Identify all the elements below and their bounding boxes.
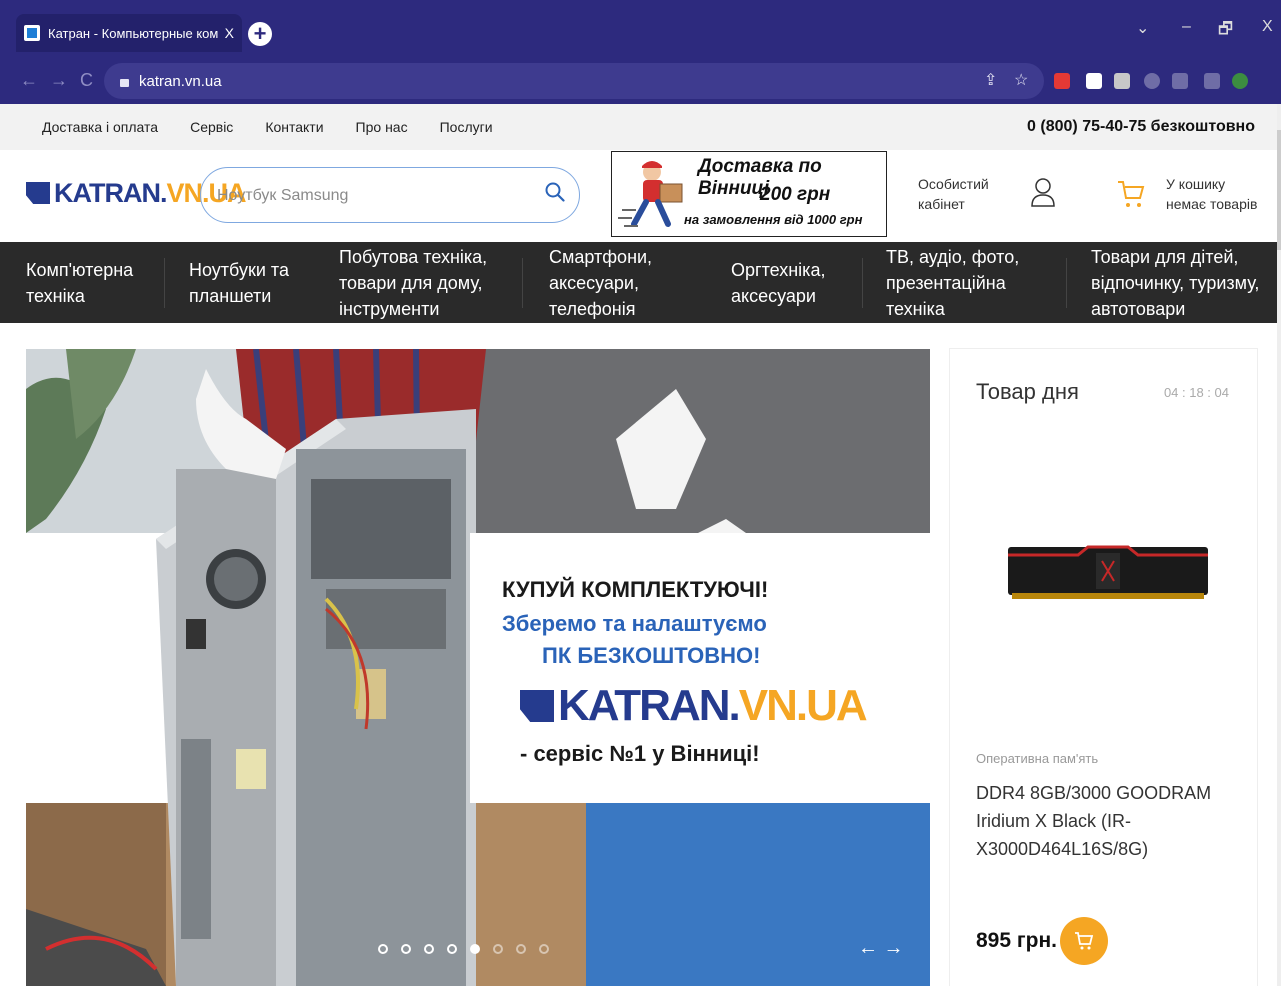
category-smartphones[interactable]: Смартфони, аксесуари, телефонія xyxy=(549,244,652,322)
hero-tagline: - сервіс №1 у Вінниці! xyxy=(520,741,760,766)
category-divider xyxy=(164,258,165,308)
scrollbar-thumb[interactable] xyxy=(1277,130,1281,250)
tab-search-icon[interactable]: ⌄ xyxy=(1136,18,1149,38)
hero-promo-text: КУПУЙ КОМПЛЕКТУЮЧІ! Зберемо та налаштуєм… xyxy=(470,533,930,803)
share-icon[interactable]: ⇪ xyxy=(984,70,997,90)
logo-text: KATRAN. xyxy=(54,178,167,208)
slider-dot[interactable] xyxy=(378,944,388,954)
topnav-link-contacts[interactable]: Контакти xyxy=(265,119,323,135)
extension-icon[interactable] xyxy=(1054,73,1070,89)
hero-headline: КУПУЙ КОМПЛЕКТУЮЧІ! xyxy=(502,577,769,602)
address-bar-row: ← → C katran.vn.ua ⇪ ☆ xyxy=(0,60,1281,104)
extension-icon[interactable] xyxy=(1114,73,1130,89)
deal-title: Товар дня xyxy=(976,379,1079,404)
slider-dot[interactable] xyxy=(401,944,411,954)
browser-chrome: Катран - Компьютерные компл X + ⌄ – 🗗 X … xyxy=(0,0,1281,104)
delivery-man-icon xyxy=(618,161,683,227)
cart-icon xyxy=(1075,932,1094,950)
topnav-link-service[interactable]: Сервіс xyxy=(190,119,233,135)
search-input[interactable] xyxy=(215,178,519,214)
topnav-link-about[interactable]: Про нас xyxy=(356,119,408,135)
category-divider xyxy=(862,258,863,308)
topnav-link-delivery[interactable]: Доставка і оплата xyxy=(42,119,158,135)
deal-product-name[interactable]: DDR4 8GB/3000 GOODRAM Iridium X Black (I… xyxy=(976,779,1236,863)
promo-condition: на замовлення від 1000 грн xyxy=(684,212,863,227)
tab-close-icon[interactable]: X xyxy=(225,25,234,41)
cart-status[interactable]: У кошику немає товарів xyxy=(1166,174,1257,214)
profile-avatar[interactable] xyxy=(1232,73,1248,89)
reload-icon[interactable]: C xyxy=(80,70,93,91)
hero-logo: KATRAN.VN.UA xyxy=(520,681,868,731)
promo-price: 200 грн xyxy=(760,184,831,205)
address-bar[interactable]: katran.vn.ua xyxy=(104,63,1044,99)
topnav-link-services[interactable]: Послуги xyxy=(440,119,493,135)
site-top-navigation: Доставка і оплата Сервіс Контакти Про на… xyxy=(0,104,1281,151)
hero-subline: Зберемо та налаштуємо xyxy=(502,611,767,636)
search-icon[interactable] xyxy=(545,182,565,202)
site-header: KATRAN.VN.UA Доставка по Вінниці 200 грн… xyxy=(0,150,1281,242)
category-kids-travel-auto[interactable]: Товари для дітей, відпочинку, туризму, авт… xyxy=(1091,244,1259,322)
back-icon[interactable]: ← xyxy=(20,70,38,91)
cart-label-line1: У кошику xyxy=(1166,176,1226,192)
side-panel-icon[interactable] xyxy=(1204,73,1220,89)
page-scrollbar[interactable] xyxy=(1277,104,1281,986)
category-divider xyxy=(1066,258,1067,308)
slider-dot[interactable] xyxy=(493,944,503,954)
account-link[interactable]: Особистий кабінет xyxy=(918,174,989,214)
slider-dot[interactable] xyxy=(516,944,526,954)
bookmark-star-icon[interactable]: ☆ xyxy=(1014,70,1028,90)
forward-icon[interactable]: → xyxy=(50,70,68,91)
restore-icon[interactable]: 🗗 xyxy=(1218,18,1233,45)
delivery-promo-banner[interactable]: Доставка по Вінниці 200 грн на замовленн… xyxy=(611,151,887,237)
cart-label-line2: немає товарів xyxy=(1166,196,1258,212)
new-tab-button[interactable]: + xyxy=(248,22,272,46)
category-divider xyxy=(522,258,523,308)
deal-price: 895 грн. xyxy=(976,929,1057,952)
favicon-icon xyxy=(24,25,40,41)
url-text: katran.vn.ua xyxy=(139,72,222,90)
category-tv-audio[interactable]: ТВ, аудіо, фото, презентаційна техніка xyxy=(886,244,1019,322)
hero-slider[interactable]: КУПУЙ КОМПЛЕКТУЮЧІ! Зберемо та налаштуєм… xyxy=(26,349,930,986)
add-to-cart-button[interactable] xyxy=(1060,917,1108,965)
category-menu: Комп'ютерна техніка Ноутбуки та планшети П… xyxy=(0,242,1277,323)
ram-module-image[interactable] xyxy=(1008,535,1208,605)
slider-pagination xyxy=(378,944,549,954)
category-computers[interactable]: Комп'ютерна техніка xyxy=(26,257,133,309)
slider-arrows[interactable]: ← → xyxy=(858,937,904,960)
category-home-appliances[interactable]: Побутова техніка, товари для дому, інструм… xyxy=(339,244,487,322)
deal-category[interactable]: Оперативна пам'ять xyxy=(976,751,1098,766)
user-icon[interactable] xyxy=(1030,176,1056,208)
deal-of-the-day: Товар дня 04 : 18 : 04 Оперативна пам'ят… xyxy=(950,349,1257,986)
minimize-icon[interactable]: – xyxy=(1182,18,1191,36)
extension-icon[interactable] xyxy=(1086,73,1102,89)
lock-icon xyxy=(120,79,129,87)
reading-list-icon[interactable] xyxy=(1172,73,1188,89)
logo-mark-icon xyxy=(26,182,50,204)
slider-dot-active[interactable] xyxy=(470,944,480,954)
slider-dot[interactable] xyxy=(539,944,549,954)
account-label-line2: кабінет xyxy=(918,196,965,212)
logo-mark-icon xyxy=(520,690,554,722)
category-office-equipment[interactable]: Оргтехніка, аксесуари xyxy=(731,257,825,309)
category-laptops[interactable]: Ноутбуки та планшети xyxy=(189,257,289,309)
phone-number[interactable]: 0 (800) 75-40-75 безкоштовно xyxy=(1027,118,1255,136)
slider-dot[interactable] xyxy=(447,944,457,954)
deal-timer: 04 : 18 : 04 xyxy=(1163,385,1229,400)
puzzle-icon[interactable] xyxy=(1144,73,1160,89)
close-window-icon[interactable]: X xyxy=(1262,18,1273,36)
slider-dot[interactable] xyxy=(424,944,434,954)
browser-tab[interactable]: Катран - Компьютерные компл X xyxy=(16,14,242,52)
tab-title: Катран - Компьютерные компл xyxy=(48,25,219,41)
hero-free-line: ПК БЕЗКОШТОВНО! xyxy=(542,643,761,668)
search-box xyxy=(200,167,580,223)
cart-icon[interactable] xyxy=(1116,178,1146,210)
account-label-line1: Особистий xyxy=(918,176,989,192)
